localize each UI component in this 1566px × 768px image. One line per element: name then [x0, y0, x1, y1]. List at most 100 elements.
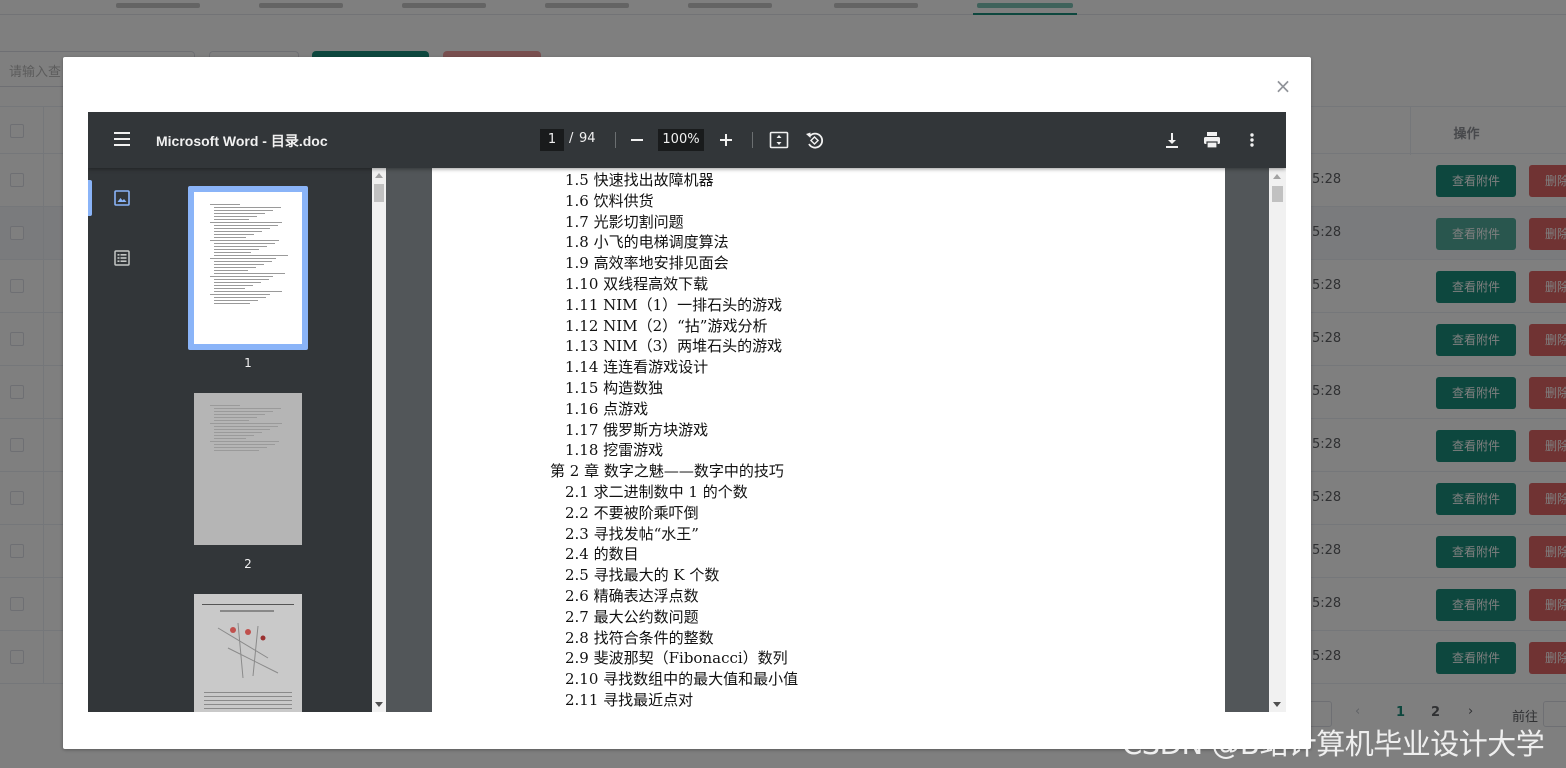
- toc-entry: 1.6 饮料供货: [565, 191, 654, 210]
- thumbnail-text-line: [214, 264, 264, 265]
- toc-entry: 1.16 点游戏: [565, 399, 649, 418]
- toc-entry: 1.5 快速找出故障机器: [565, 171, 714, 189]
- thumbnail-text-line: [214, 249, 259, 250]
- toc-entry: 1.11 NIM（1）一排石头的游戏: [565, 295, 783, 314]
- toc-entry: 1.8 小飞的电梯调度算法: [565, 233, 729, 252]
- thumbnail-text-line: [214, 237, 246, 238]
- toc-entry: 1.17 俄罗斯方块游戏: [565, 420, 709, 439]
- scroll-up-arrow[interactable]: [1273, 174, 1281, 179]
- page-total: 94: [579, 131, 596, 146]
- thumbnail-page-preview: [194, 192, 302, 344]
- close-icon[interactable]: ×: [1272, 75, 1294, 97]
- pdf-page: 1.5 快速找出故障机器 1.6 饮料供货 1.7 光影切割问题 1.8 小飞的电梯调…: [432, 168, 1225, 712]
- thumbnail-text-line: [214, 282, 261, 283]
- thumbnail-text-line: [214, 300, 258, 301]
- thumbnail-page-preview: [194, 594, 302, 712]
- thumbnail-text-line: [214, 234, 254, 235]
- attachment-dialog: × Microsoft Word - 目录.doc 1 / 94 100% 1 …: [63, 57, 1311, 749]
- toc-entry: 1.12 NIM（2）“拈”游戏分析: [565, 316, 768, 335]
- thumbnail-text-line: [210, 423, 282, 424]
- thumbnail-text-line: [214, 246, 267, 247]
- thumbnail-text-line: [214, 414, 265, 415]
- thumbnail-text-line: [214, 225, 278, 226]
- scroll-up-arrow[interactable]: [375, 173, 383, 178]
- thumbnail-text-line: [210, 405, 240, 406]
- toc-entry: 2.11 寻找最近点对: [565, 691, 694, 709]
- thumbnail-text-line: [214, 411, 273, 412]
- thumbnail-sidebar: 1 2: [88, 168, 372, 712]
- thumbnail-text-line: [214, 291, 282, 292]
- toc-entry: 1.18 挖雷游戏: [565, 441, 664, 460]
- thumbnail-text-line: [214, 261, 272, 262]
- scrollbar-thumb[interactable]: [1272, 186, 1283, 202]
- thumbnails-icon[interactable]: [112, 188, 132, 208]
- thumbnail-text-line: [214, 216, 257, 217]
- thumbnail-text-line: [214, 429, 270, 430]
- toc-entry: 1.15 构造数独: [565, 379, 664, 397]
- download-icon[interactable]: [1160, 128, 1184, 152]
- page-number-input[interactable]: 1: [540, 129, 564, 151]
- thumbnail-text-line: [210, 294, 270, 295]
- toc-entry: 1.10 双线程高效下载: [565, 275, 709, 293]
- toolbar-divider: [752, 132, 753, 148]
- scroll-down-arrow[interactable]: [1273, 702, 1281, 707]
- more-icon[interactable]: [1240, 128, 1264, 152]
- thumbnail-text-line: [214, 435, 254, 436]
- toc-entry: 2.1 求二进制数中 1 的个数: [565, 483, 748, 501]
- thumbnail-text-line: [210, 441, 279, 442]
- thumbnail-text-line: [214, 243, 275, 244]
- thumbnail-text-line: [214, 417, 257, 418]
- thumbnail-text-line: [210, 258, 276, 259]
- thumbnail-text-line: [214, 297, 266, 298]
- toc-entry: 2.9 斐波那契（Fibonacci）数列: [565, 649, 788, 668]
- toc-entry: 2.5 寻找最大的 K 个数: [565, 566, 720, 585]
- outline-icon[interactable]: [112, 248, 132, 268]
- thumbnail-page-preview: [194, 393, 302, 545]
- zoom-in-icon[interactable]: [714, 128, 738, 152]
- thumbnail-text-line: [214, 426, 278, 427]
- toc-entry: 2.2 不要被阶乘吓倒: [565, 503, 699, 522]
- toc-entry: 1.14 连连看游戏设计: [565, 358, 709, 377]
- csdn-watermark: CSDN @B站计算机毕业设计大学: [1122, 727, 1545, 761]
- thumbnail-text-line: [214, 285, 253, 286]
- menu-icon[interactable]: [112, 130, 132, 150]
- print-icon[interactable]: [1200, 128, 1224, 152]
- page-separator: /: [569, 131, 574, 146]
- zoom-out-icon[interactable]: [625, 128, 649, 152]
- thumbnail-text-line: [214, 420, 249, 421]
- toc-entry: 2.7 最大公约数问题: [565, 607, 699, 626]
- thumbnail-text-line: [214, 303, 250, 304]
- toolbar-divider: [615, 132, 616, 148]
- toc-entry: 2.3 寻找发帖“水王”: [565, 524, 699, 543]
- thumbnail-text-line: [214, 273, 285, 274]
- thumbnail-text-line: [214, 450, 259, 451]
- pdf-viewer: Microsoft Word - 目录.doc 1 / 94 100% 1 2 …: [88, 112, 1286, 712]
- thumbnail-text-line: [214, 252, 251, 253]
- thumbnail-text-line: [214, 231, 262, 232]
- thumbnail-text-line: [214, 447, 267, 448]
- toc-entry: 2.4 的数目: [565, 545, 639, 564]
- scrollbar-thumb[interactable]: [374, 184, 384, 202]
- toc-chapter: 第 2 章 数字之魅——数字中的技巧: [550, 462, 784, 481]
- document-scrollbar[interactable]: [1269, 168, 1286, 712]
- thumbnail-text-line: [210, 222, 282, 223]
- rotate-icon[interactable]: [802, 128, 826, 152]
- thumbnail-text-line: [214, 270, 248, 271]
- fit-page-icon[interactable]: [767, 128, 791, 152]
- toc-entry: 2.10 寻找数组中的最大值和最小值: [565, 670, 799, 689]
- thumbnail-label: 1: [244, 356, 252, 370]
- thumbnail-text-line: [214, 228, 270, 229]
- thumbnail-label: 2: [244, 557, 252, 571]
- thumbnail-text-line: [214, 444, 275, 445]
- thumbnail-text-line: [214, 432, 262, 433]
- thumbnail-text-line: [214, 267, 256, 268]
- sidebar-scrollbar[interactable]: [372, 168, 386, 712]
- scroll-down-arrow[interactable]: [375, 702, 383, 707]
- thumbnail-text-line: [214, 207, 281, 208]
- document-title: Microsoft Word - 目录.doc: [156, 133, 328, 149]
- toc-entry: 1.9 高效率地安排见面会: [565, 254, 729, 273]
- zoom-level-input[interactable]: 100%: [658, 129, 704, 151]
- active-rail-indicator: [88, 180, 92, 216]
- toc-entry: 2.6 精确表达浮点数: [565, 587, 699, 605]
- thumbnail-text-line: [214, 219, 249, 220]
